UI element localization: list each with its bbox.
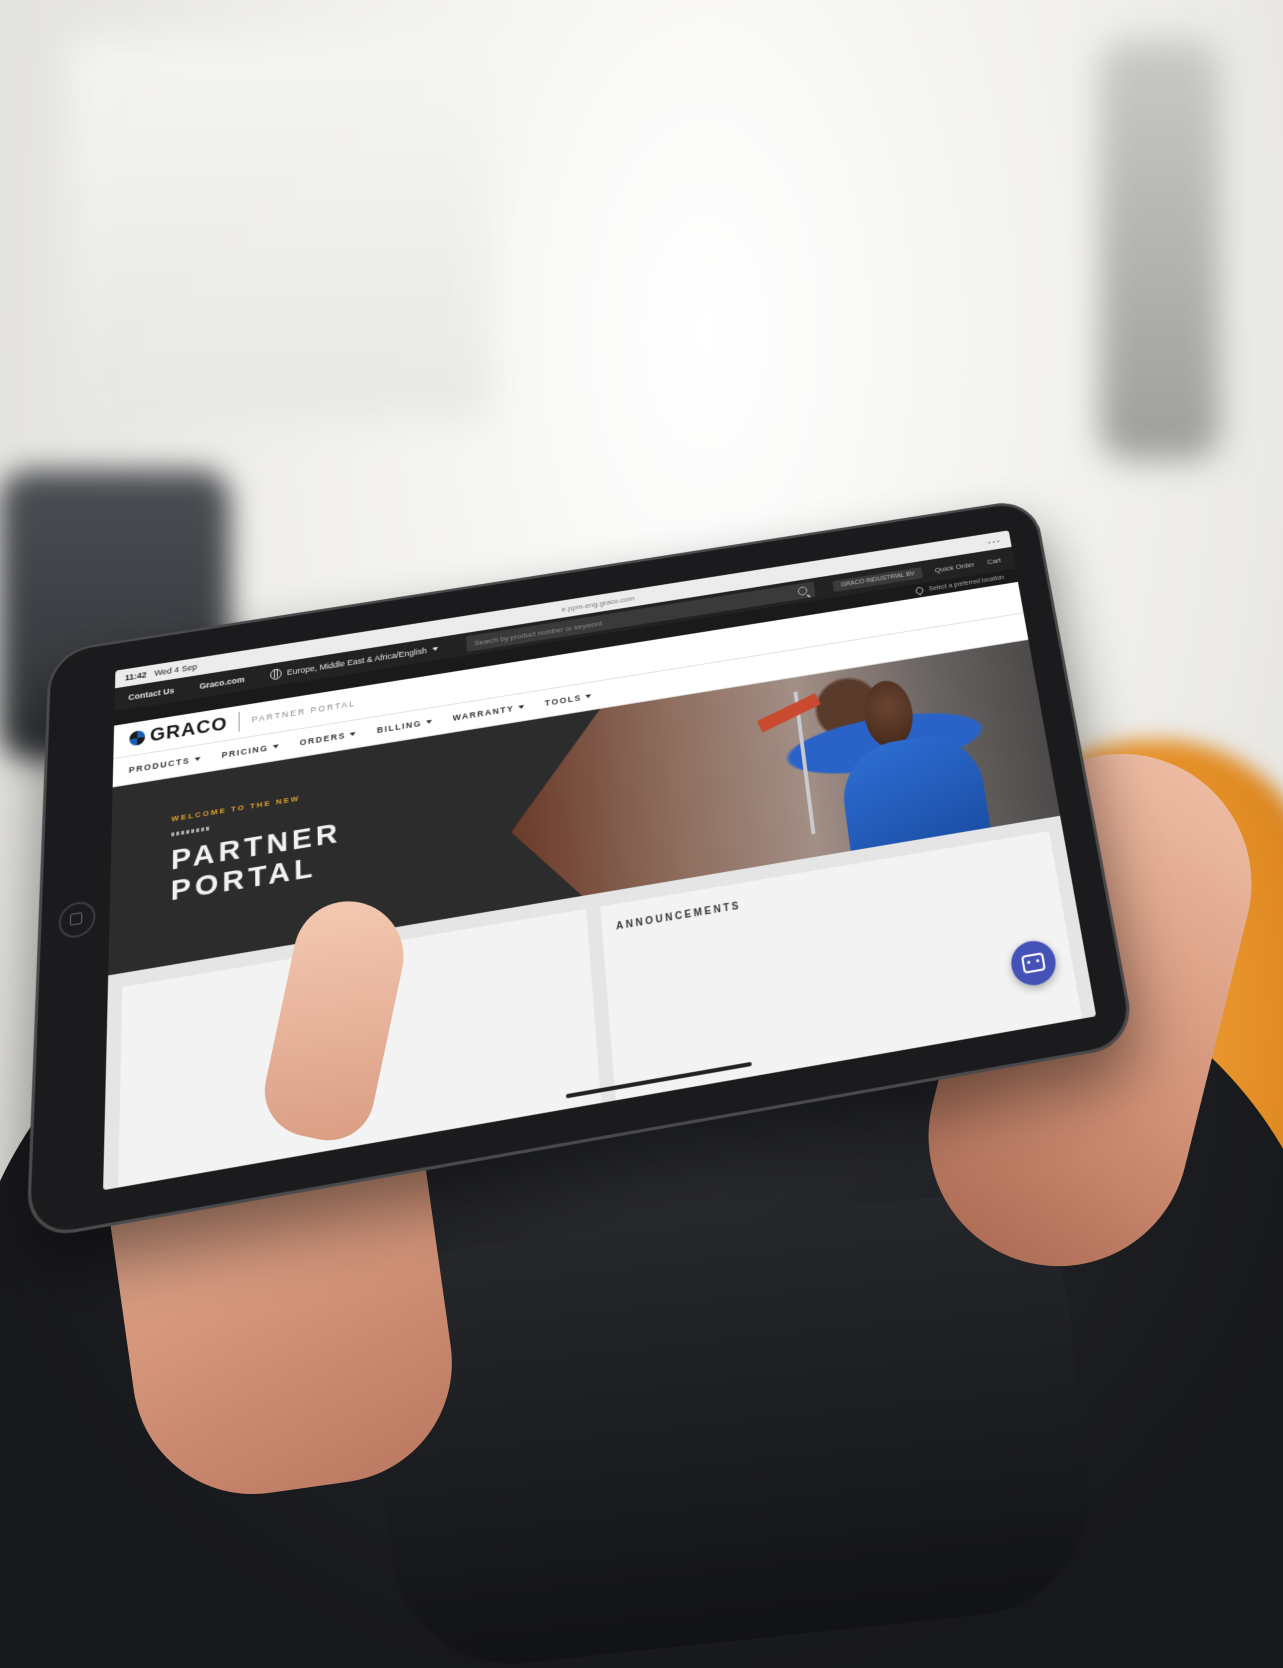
chevron-down-icon	[426, 720, 432, 725]
nav-item-products[interactable]: PRODUCTS	[129, 754, 200, 775]
nav-item-label: PRICING	[222, 743, 269, 760]
background-window	[70, 40, 490, 420]
nav-item-warranty[interactable]: WARRANTY	[452, 702, 524, 722]
nav-item-tools[interactable]: TOOLS	[545, 692, 592, 708]
nav-item-billing[interactable]: BILLING	[377, 717, 432, 735]
chevron-down-icon	[585, 694, 591, 698]
hero-machine-arm	[757, 694, 820, 733]
chevron-down-icon	[433, 647, 439, 651]
pin-icon	[915, 586, 925, 596]
search-icon[interactable]	[798, 586, 808, 596]
chevron-down-icon	[272, 744, 278, 749]
chevron-down-icon	[350, 732, 356, 737]
graco-logo-mark	[129, 730, 145, 747]
nav-item-label: PRODUCTS	[129, 756, 191, 775]
globe-icon	[270, 668, 282, 680]
hero-text: WELCOME TO THE NEW PARTNER PORTAL	[170, 788, 342, 908]
nav-item-orders[interactable]: ORDERS	[300, 729, 356, 747]
graco-com-link[interactable]: Graco.com	[199, 675, 244, 691]
background-lamp	[1100, 40, 1220, 460]
nav-item-label: ORDERS	[300, 731, 346, 747]
tablet-home-button[interactable]	[58, 899, 96, 940]
hero-dash-divider	[171, 826, 211, 836]
hero-kicker: WELCOME TO THE NEW	[171, 788, 340, 824]
nav-item-label: TOOLS	[545, 693, 582, 708]
nav-item-label: WARRANTY	[452, 704, 514, 723]
cart-link[interactable]: Cart	[986, 556, 1001, 566]
portal-label: PARTNER PORTAL	[252, 699, 356, 725]
nav-item-label: BILLING	[377, 719, 422, 735]
header-divider	[239, 712, 240, 732]
chevron-down-icon	[518, 705, 524, 709]
quick-order-link[interactable]: Quick Order	[934, 560, 975, 574]
nav-item-pricing[interactable]: PRICING	[222, 742, 279, 760]
status-time: 11:42	[125, 670, 147, 682]
photo-scene: 11:42 Wed 4 Sep e.ppm-eng.graco.com ••• …	[0, 0, 1283, 1668]
contact-us-link[interactable]: Contact Us	[128, 686, 174, 702]
chat-icon	[1021, 952, 1046, 974]
graco-logo-text: GRACO	[150, 713, 228, 746]
home-square-icon	[70, 912, 83, 926]
chevron-down-icon	[194, 757, 200, 762]
person-leg	[360, 1185, 1100, 1668]
browser-menu-dots[interactable]: •••	[987, 536, 1001, 545]
